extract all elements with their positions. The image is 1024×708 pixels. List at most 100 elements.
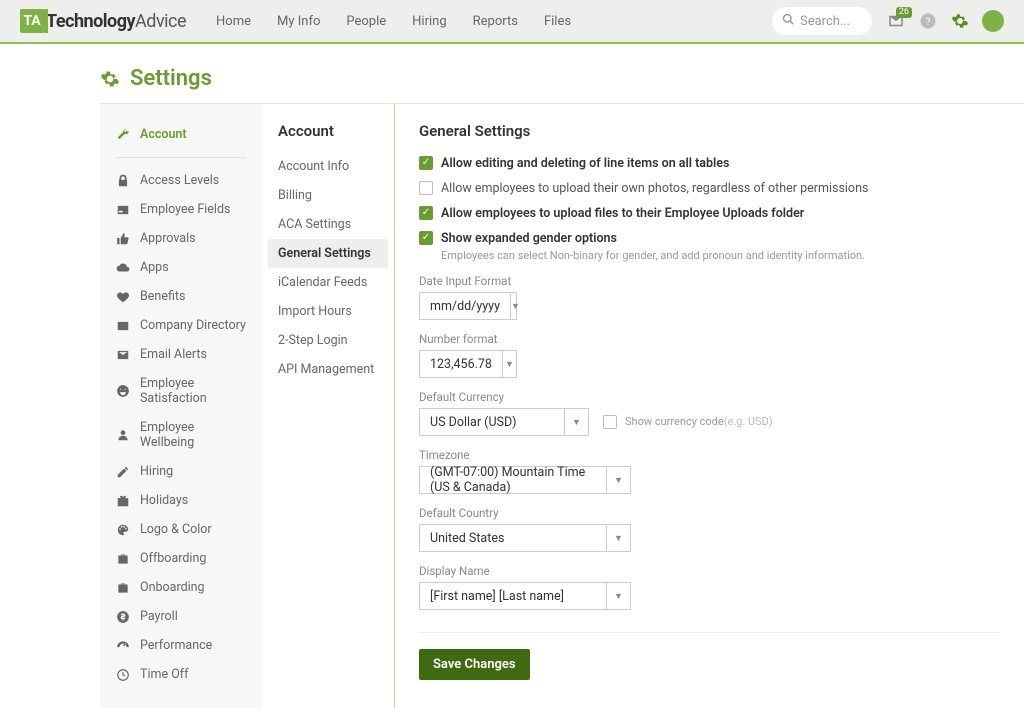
- briefcase-icon: [116, 581, 130, 595]
- sidebar-item-label: Employee Fields: [140, 202, 230, 217]
- inbox-icon[interactable]: 26: [886, 11, 906, 31]
- chevron-down-icon: ▼: [606, 525, 630, 551]
- sidebar-item-label: Approvals: [140, 231, 196, 246]
- checkbox-sublabel: Employees can select Non-binary for gend…: [441, 249, 865, 262]
- currency-label: Default Currency: [419, 390, 1000, 404]
- wrench-icon: [116, 128, 130, 142]
- subnav-item-general-settings[interactable]: General Settings: [268, 239, 388, 268]
- sidebar-item-employee-wellbeing[interactable]: Employee Wellbeing: [100, 413, 262, 457]
- briefcase-icon: [116, 552, 130, 566]
- number-format-value: 123,456.78: [420, 357, 502, 372]
- sidebar-item-label: Time Off: [140, 667, 188, 682]
- country-label: Default Country: [419, 506, 1000, 520]
- search-placeholder: Search...: [800, 14, 850, 29]
- sidebar-item-logo-color[interactable]: Logo & Color: [100, 515, 262, 544]
- show-currency-code-label: Show currency code(e.g. USD): [625, 415, 773, 428]
- checkbox-label: Allow employees to upload files to their…: [441, 206, 804, 221]
- sidebar-item-time-off[interactable]: Time Off: [100, 660, 262, 689]
- subnav-item-api-management[interactable]: API Management: [268, 355, 388, 384]
- sidebar-item-holidays[interactable]: Holidays: [100, 486, 262, 515]
- checkbox-3[interactable]: [419, 231, 433, 245]
- mail-icon: [116, 348, 130, 362]
- number-format-select[interactable]: 123,456.78 ▼: [419, 350, 517, 378]
- nav-links: Home My Info People Hiring Reports Files: [216, 14, 571, 29]
- subnav-item-account-info[interactable]: Account Info: [268, 152, 388, 181]
- sidebar-item-onboarding[interactable]: Onboarding: [100, 573, 262, 602]
- subnav-item-icalendar-feeds[interactable]: iCalendar Feeds: [268, 268, 388, 297]
- divider: [419, 632, 1000, 633]
- settings-sidebar: Account Access Levels Employee Fields Appro…: [100, 104, 262, 708]
- sidebar-item-email-alerts[interactable]: Email Alerts: [100, 340, 262, 369]
- checkbox-0[interactable]: [419, 156, 433, 170]
- sidebar-item-benefits[interactable]: Benefits: [100, 282, 262, 311]
- show-currency-code-checkbox[interactable]: [603, 415, 617, 429]
- date-format-select[interactable]: mm/dd/yyyy ▼: [419, 292, 517, 320]
- gift-icon: [116, 494, 130, 508]
- sidebar-item-hiring[interactable]: Hiring: [100, 457, 262, 486]
- nav-myinfo[interactable]: My Info: [277, 14, 320, 29]
- checkbox-label: Show expanded gender options: [441, 231, 865, 246]
- top-nav: TA TechnologyAdvice Home My Info People …: [0, 0, 1024, 44]
- field-timezone: Timezone (GMT-07:00) Mountain Time (US &…: [419, 448, 1000, 494]
- help-icon[interactable]: ?: [918, 11, 938, 31]
- sidebar-item-label: Logo & Color: [140, 522, 212, 537]
- country-select[interactable]: United States ▼: [419, 524, 631, 552]
- settings-icon[interactable]: [950, 11, 970, 31]
- display-name-select[interactable]: [First name] [Last name] ▼: [419, 582, 631, 610]
- currency-value: US Dollar (USD): [420, 415, 564, 430]
- columns: Account Access Levels Employee Fields Appro…: [100, 103, 1024, 708]
- chevron-down-icon: ▼: [606, 467, 630, 493]
- sidebar-item-label: Apps: [140, 260, 169, 275]
- date-format-value: mm/dd/yyyy: [420, 299, 510, 314]
- page: Settings AccountAccess LevelsEmployee Fi…: [0, 44, 1024, 708]
- nav-files[interactable]: Files: [544, 14, 571, 29]
- sidebar-item-label: Employee Satisfaction: [140, 376, 246, 406]
- sidebar-item-approvals[interactable]: Approvals: [100, 224, 262, 253]
- search-icon: [782, 13, 794, 29]
- display-name-label: Display Name: [419, 564, 1000, 578]
- edit-icon: [116, 465, 130, 479]
- sidebar-item-label: Employee Wellbeing: [140, 420, 246, 450]
- card-icon: [116, 319, 130, 333]
- currency-select[interactable]: US Dollar (USD) ▼: [419, 408, 589, 436]
- search-input[interactable]: Search...: [772, 7, 872, 35]
- save-button[interactable]: Save Changes: [419, 649, 530, 680]
- avatar[interactable]: [982, 10, 1004, 32]
- nav-people[interactable]: People: [346, 14, 386, 29]
- subnav-item-import-hours[interactable]: Import Hours: [268, 297, 388, 326]
- subnav-item-billing[interactable]: Billing: [268, 181, 388, 210]
- chevron-down-icon: ▼: [606, 583, 630, 609]
- brand-logo[interactable]: TA TechnologyAdvice: [20, 9, 186, 33]
- dollar-icon: [116, 610, 130, 624]
- sidebar-item-offboarding[interactable]: Offboarding: [100, 544, 262, 573]
- sidebar-item-payroll[interactable]: Payroll: [100, 602, 262, 631]
- sidebar-item-company-directory[interactable]: Company Directory: [100, 311, 262, 340]
- account-subnav: Account Account InfoBillingACA SettingsG…: [262, 104, 394, 708]
- checkbox-2[interactable]: [419, 206, 433, 220]
- sidebar-item-apps[interactable]: Apps: [100, 253, 262, 282]
- checkbox-1[interactable]: [419, 181, 433, 195]
- gear-icon: [100, 69, 120, 89]
- sidebar-item-account[interactable]: Account: [100, 120, 262, 149]
- nav-home[interactable]: Home: [216, 14, 251, 29]
- setting-checkbox-row-3: Show expanded gender options Employees ca…: [419, 231, 1000, 262]
- sidebar-item-employee-satisfaction[interactable]: Employee Satisfaction: [100, 369, 262, 413]
- field-date-format: Date Input Format mm/dd/yyyy ▼: [419, 274, 1000, 320]
- timezone-select[interactable]: (GMT-07:00) Mountain Time (US & Canada) …: [419, 466, 631, 494]
- sidebar-item-employee-fields[interactable]: Employee Fields: [100, 195, 262, 224]
- sidebar-item-access-levels[interactable]: Access Levels: [100, 166, 262, 195]
- sidebar-item-performance[interactable]: Performance: [100, 631, 262, 660]
- thumb-icon: [116, 232, 130, 246]
- subnav-item--step-login[interactable]: 2-Step Login: [268, 326, 388, 355]
- subnav-item-aca-settings[interactable]: ACA Settings: [268, 210, 388, 239]
- smile-icon: [116, 384, 130, 398]
- sidebar-item-label: Offboarding: [140, 551, 206, 566]
- nav-hiring[interactable]: Hiring: [412, 14, 446, 29]
- svg-text:?: ?: [926, 17, 931, 28]
- setting-checkbox-row-1: Allow employees to upload their own phot…: [419, 181, 1000, 196]
- sidebar-item-label: Holidays: [140, 493, 188, 508]
- sidebar-item-label: Company Directory: [140, 318, 246, 333]
- field-number-format: Number format 123,456.78 ▼: [419, 332, 1000, 378]
- meter-icon: [116, 639, 130, 653]
- nav-reports[interactable]: Reports: [473, 14, 518, 29]
